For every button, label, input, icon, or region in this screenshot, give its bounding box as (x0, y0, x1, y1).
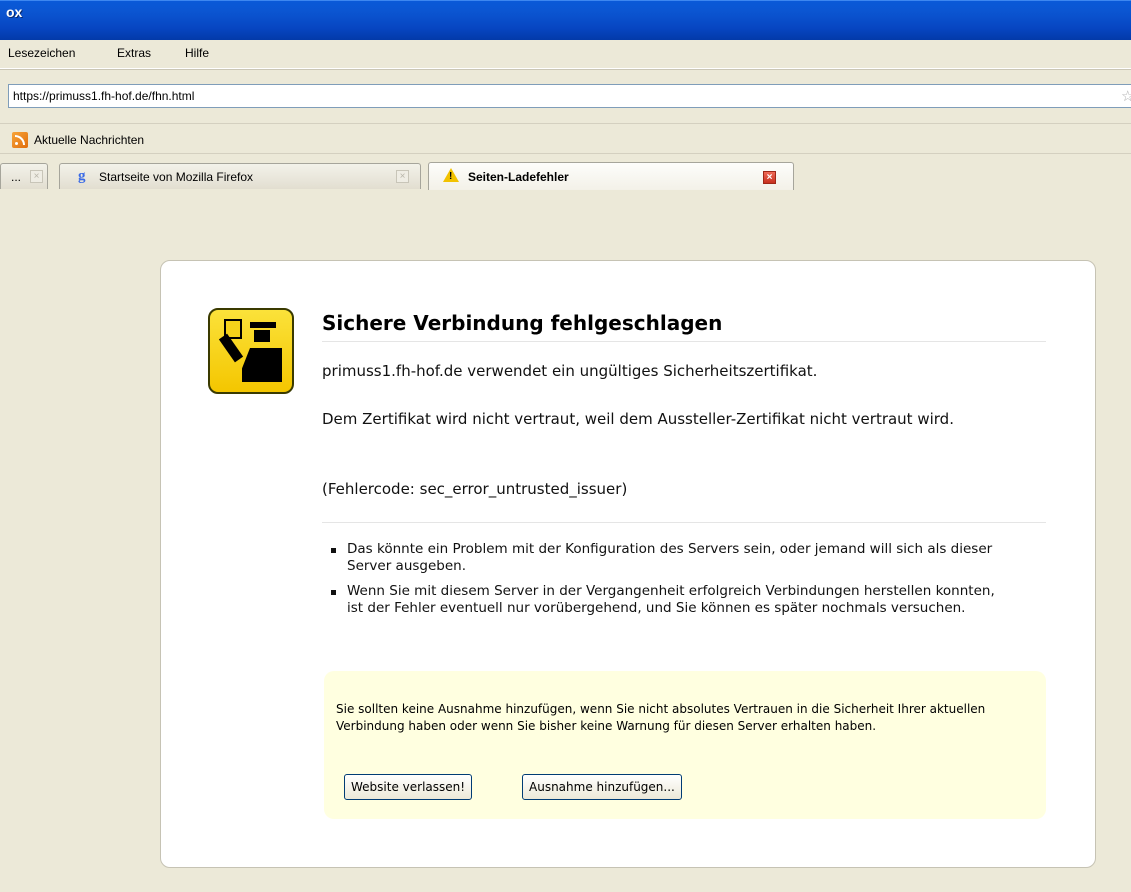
tab-overflow[interactable]: ... × (0, 163, 48, 189)
police-officer-icon (208, 308, 294, 394)
page-content: Sichere Verbindung fehlgeschlagen primus… (0, 200, 1131, 892)
navigation-toolbar: https://primuss1.fh-hof.de/fhn.html ☆ (0, 69, 1131, 124)
divider (322, 522, 1046, 523)
window-title: ox (6, 4, 23, 20)
exception-warning-panel: Sie sollten keine Ausnahme hinzufügen, w… (324, 671, 1046, 819)
error-detail: Dem Zertifikat wird nicht vertraut, weil… (322, 410, 954, 428)
error-description: primuss1.fh-hof.de verwendet ein ungülti… (322, 362, 818, 380)
tab-startseite[interactable]: g Startseite von Mozilla Firefox × (59, 163, 421, 189)
menu-bar: Lesezeichen Extras Hilfe (0, 40, 1131, 69)
tab-label: ... (11, 170, 22, 184)
title-bar: ox (0, 0, 1131, 40)
add-exception-button[interactable]: Ausnahme hinzufügen... (522, 774, 682, 800)
exception-warning-text: Sie sollten keine Ausnahme hinzufügen, w… (336, 702, 986, 733)
rss-icon (12, 132, 28, 148)
tab-seiten-ladefehler[interactable]: ! Seiten-Ladefehler × (428, 162, 794, 190)
url-bar[interactable]: https://primuss1.fh-hof.de/fhn.html ☆ (8, 84, 1131, 108)
menu-lesezeichen[interactable]: Lesezeichen (8, 46, 75, 60)
error-box: Sichere Verbindung fehlgeschlagen primus… (160, 260, 1096, 868)
list-item: Wenn Sie mit diesem Server in der Vergan… (331, 583, 1004, 617)
leave-website-button[interactable]: Website verlassen! (344, 774, 473, 800)
suggestion-list: Das könnte ein Problem mit der Konfigura… (331, 541, 1004, 625)
tab-label: Seiten-Ladefehler (468, 170, 569, 184)
menu-hilfe[interactable]: Hilfe (185, 46, 209, 60)
bookmark-label: Aktuelle Nachrichten (34, 133, 145, 147)
close-icon[interactable]: × (763, 171, 776, 184)
bookmark-star-icon[interactable]: ☆ (1121, 87, 1131, 105)
list-item: Das könnte ein Problem mit der Konfigura… (331, 541, 1004, 575)
tab-bar: ... × g Startseite von Mozilla Firefox ×… (0, 153, 1131, 354)
bookmark-aktuelle-nachrichten[interactable]: Aktuelle Nachrichten (12, 131, 144, 149)
close-icon[interactable]: × (396, 170, 409, 183)
menu-extras[interactable]: Extras (117, 46, 151, 60)
error-code: (Fehlercode: sec_error_untrusted_issuer) (322, 480, 628, 498)
bookmarks-toolbar: Aktuelle Nachrichten (0, 123, 1131, 154)
url-text: https://primuss1.fh-hof.de/fhn.html (13, 89, 195, 103)
close-icon[interactable]: × (30, 170, 43, 183)
error-title: Sichere Verbindung fehlgeschlagen (322, 311, 1046, 342)
google-icon: g (78, 168, 86, 184)
tab-label: Startseite von Mozilla Firefox (99, 170, 254, 184)
